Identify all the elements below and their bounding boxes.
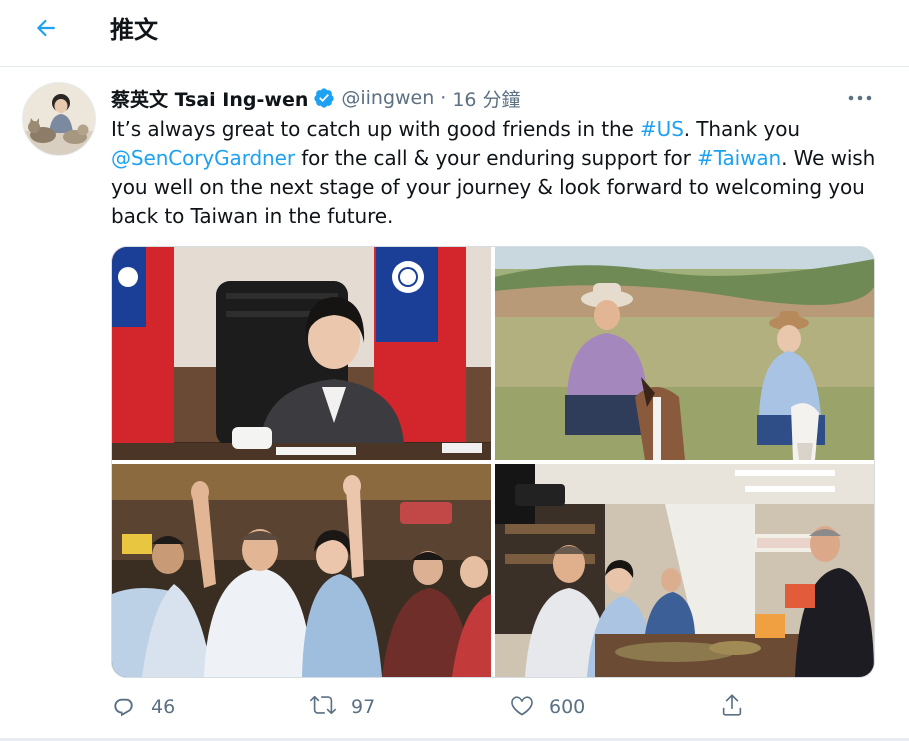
mention-sencorygardner-link[interactable]: @SenCoryGardner bbox=[111, 146, 295, 170]
separator-dot: · bbox=[440, 87, 447, 109]
arrow-left-icon bbox=[33, 15, 59, 46]
avatar[interactable] bbox=[22, 82, 96, 156]
back-button[interactable] bbox=[28, 12, 64, 48]
media-grid bbox=[111, 246, 875, 678]
tweet-text-part: . Thank you bbox=[683, 117, 807, 141]
reply-icon bbox=[111, 692, 137, 723]
more-options-button[interactable] bbox=[840, 84, 880, 112]
retweet-icon bbox=[309, 692, 337, 723]
like-button[interactable]: 600 bbox=[509, 690, 585, 724]
share-button[interactable] bbox=[719, 690, 745, 724]
author-handle[interactable]: @iingwen bbox=[341, 87, 434, 109]
tweet-text-part: It’s always great to catch up with good … bbox=[111, 117, 640, 141]
page-title: 推文 bbox=[110, 16, 158, 44]
hashtag-taiwan-link[interactable]: #Taiwan bbox=[697, 146, 781, 170]
tweet-header: 蔡英文 Tsai Ing-wen @iingwen · 16 分鐘 bbox=[111, 84, 521, 112]
tweet-timestamp[interactable]: 16 分鐘 bbox=[452, 85, 520, 112]
share-icon bbox=[719, 692, 745, 723]
author-name[interactable]: 蔡英文 Tsai Ing-wen bbox=[111, 85, 308, 112]
reply-count: 46 bbox=[151, 696, 176, 718]
photo-crowd-waving[interactable] bbox=[112, 464, 491, 677]
heart-icon bbox=[509, 692, 535, 723]
photo-shop-visit[interactable] bbox=[495, 464, 874, 677]
hashtag-us-link[interactable]: #US bbox=[640, 117, 684, 141]
tweet-actions: 46 97 600 bbox=[111, 690, 871, 724]
tweet-text-part: for the call & your enduring support for bbox=[294, 146, 698, 170]
page-header: 推文 bbox=[0, 0, 909, 67]
more-dots-icon bbox=[847, 89, 873, 107]
verified-badge-icon bbox=[313, 87, 335, 109]
reply-button[interactable]: 46 bbox=[111, 690, 175, 724]
retweet-count: 97 bbox=[351, 696, 376, 718]
retweet-button[interactable]: 97 bbox=[309, 690, 375, 724]
photo-video-call[interactable] bbox=[112, 247, 491, 460]
tweet-text: It’s always great to catch up with good … bbox=[111, 115, 881, 231]
photo-horseback-riding[interactable] bbox=[495, 247, 874, 460]
like-count: 600 bbox=[549, 696, 586, 718]
